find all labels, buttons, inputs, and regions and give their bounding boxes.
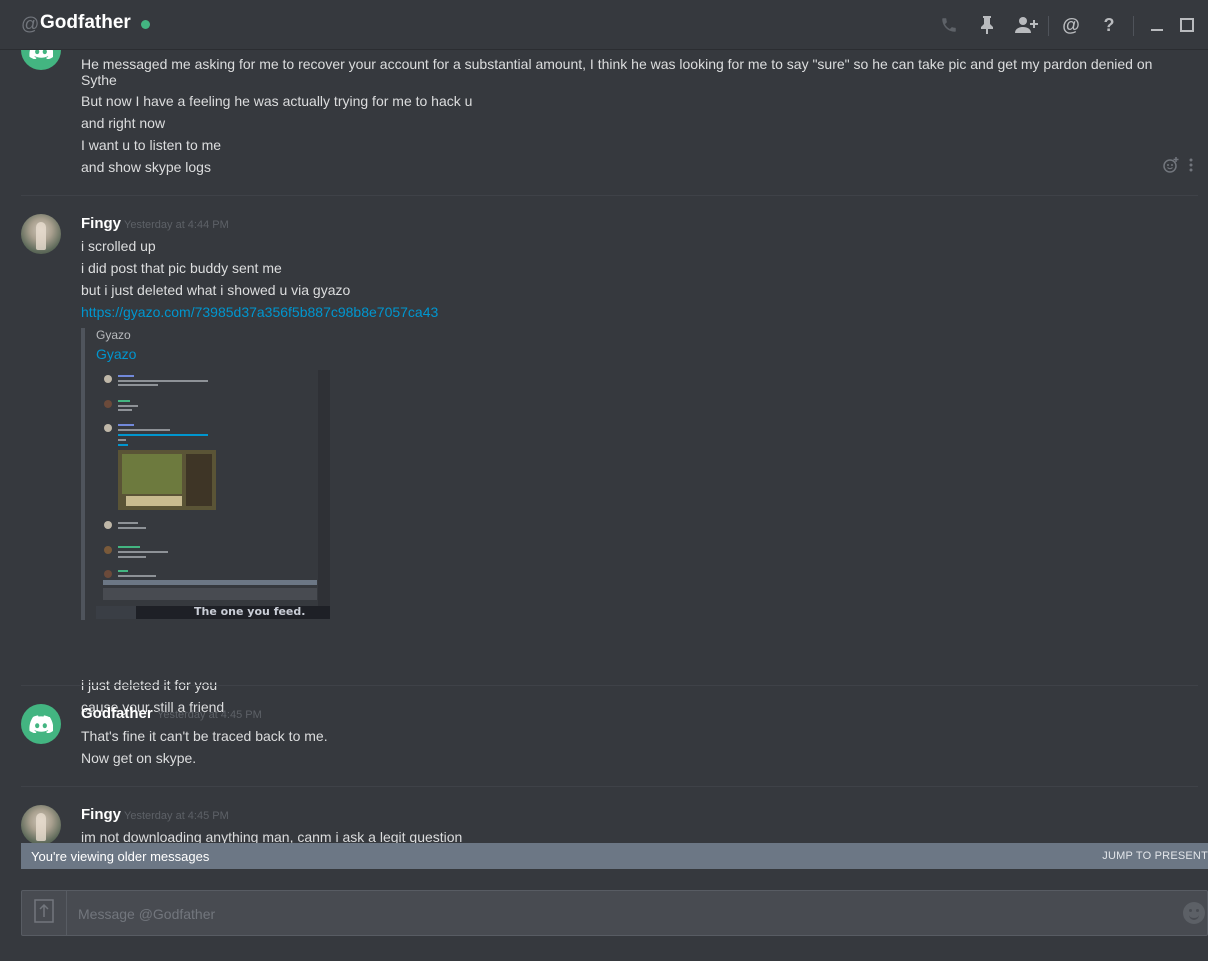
header-divider xyxy=(1048,16,1049,36)
avatar[interactable] xyxy=(21,805,61,843)
emoji-picker-icon[interactable] xyxy=(1183,902,1205,924)
message-text: I want u to listen to me xyxy=(81,137,222,153)
upload-icon xyxy=(34,898,54,928)
header-divider xyxy=(1133,16,1134,36)
embed-title[interactable]: Gyazo xyxy=(96,346,136,362)
embed-thumbnail[interactable]: The one you feed. xyxy=(96,370,330,619)
older-messages-bar: You're viewing older messages JUMP TO PR… xyxy=(21,843,1208,869)
avatar[interactable] xyxy=(21,50,61,70)
maximize-icon[interactable] xyxy=(1176,14,1198,36)
timestamp: Yesterday at 4:45 PM xyxy=(157,709,262,721)
message-text: i scrolled up xyxy=(81,238,156,254)
gyazo-link[interactable]: https://gyazo.com/73985d37a356f5b887c98b… xyxy=(81,304,438,320)
at-symbol: @ xyxy=(21,14,40,34)
older-messages-text: You're viewing older messages xyxy=(31,849,210,864)
message-text: but i just deleted what i showed u via g… xyxy=(81,282,351,298)
timestamp: Yesterday at 4:44 PM xyxy=(124,219,229,231)
add-reaction-icon[interactable] xyxy=(1163,157,1179,178)
message-text: But now I have a feeling he was actually… xyxy=(81,93,473,109)
message-list[interactable]: He messaged me asking for me to recover … xyxy=(0,50,1208,843)
message-text: i did post that pic buddy sent me xyxy=(81,260,282,276)
add-friend-icon[interactable] xyxy=(1013,14,1039,36)
message-text: That's fine it can't be traced back to m… xyxy=(81,728,328,744)
help-icon[interactable]: ? xyxy=(1098,14,1120,36)
avatar[interactable] xyxy=(21,214,61,254)
username[interactable]: Godfather xyxy=(81,705,153,722)
embed-provider: Gyazo xyxy=(96,328,131,342)
online-status-icon xyxy=(141,20,150,29)
message-composer xyxy=(21,890,1208,936)
upload-button[interactable] xyxy=(22,891,67,935)
message-text: Now get on skype. xyxy=(81,750,197,766)
username[interactable]: Fingy xyxy=(81,215,121,232)
more-options-icon[interactable] xyxy=(1189,158,1193,177)
phone-icon[interactable] xyxy=(938,14,960,36)
message-text: and right now xyxy=(81,115,166,131)
username[interactable]: Fingy xyxy=(81,806,121,823)
mention-icon[interactable]: @ xyxy=(1060,14,1082,36)
message-text: and show skype logs xyxy=(81,159,211,175)
message-text: im not downloading anything man, canm i … xyxy=(81,829,463,843)
embed-image-caption: The one you feed. xyxy=(194,605,306,618)
channel-header: @ Godfather @ ? xyxy=(0,0,1208,50)
avatar[interactable] xyxy=(21,704,61,744)
minimize-icon[interactable] xyxy=(1146,14,1168,36)
pin-icon[interactable] xyxy=(976,14,998,36)
message-actions xyxy=(1163,157,1193,178)
message-input[interactable] xyxy=(76,900,1180,928)
message-divider xyxy=(21,685,1198,686)
jump-to-present-button[interactable]: JUMP TO PRESENT xyxy=(1102,850,1208,862)
message-text: He messaged me asking for me to recover … xyxy=(81,56,1153,88)
timestamp: Yesterday at 4:45 PM xyxy=(124,810,229,822)
message-divider xyxy=(21,786,1198,787)
message-divider xyxy=(21,195,1198,196)
link-embed: Gyazo Gyazo The one you feed. xyxy=(81,328,341,620)
channel-title: Godfather xyxy=(40,12,131,33)
